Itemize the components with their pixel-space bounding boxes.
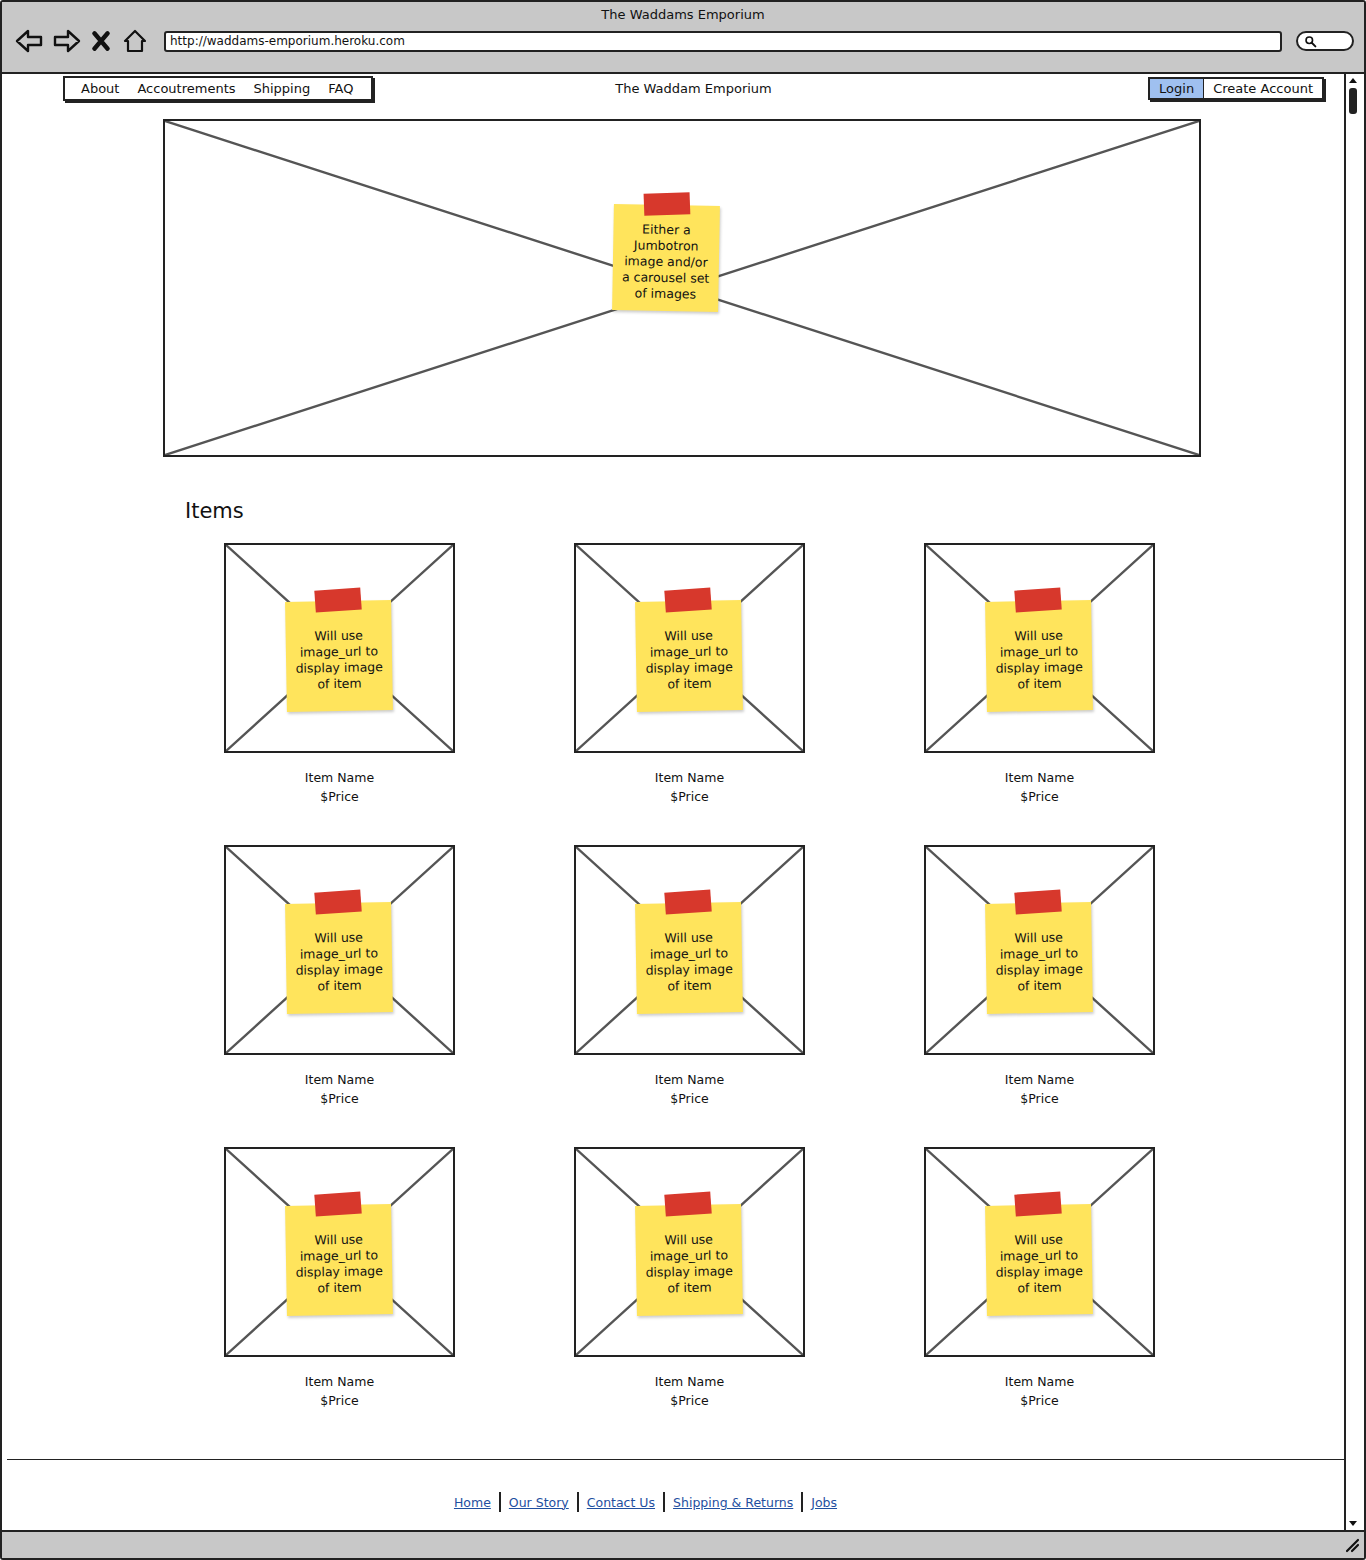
scroll-thumb[interactable]: [1349, 88, 1357, 114]
item-name: Item Name: [655, 769, 724, 787]
sticky-note: Will use image_url to display image of i…: [635, 1204, 743, 1316]
item-image-placeholder: Will use image_url to display image of i…: [574, 845, 805, 1055]
nav-link[interactable]: Accoutrements: [137, 81, 235, 96]
tape: [644, 192, 691, 216]
sticky-note: Either a Jumbotron image and/or a carous…: [612, 204, 720, 312]
item-image-placeholder: Will use image_url to display image of i…: [924, 1147, 1155, 1357]
hero-image-placeholder: Either a Jumbotron image and/or a carous…: [163, 119, 1201, 457]
item-price: $Price: [670, 1089, 708, 1109]
item-card[interactable]: Will use image_url to display image of i…: [574, 845, 805, 1109]
forward-arrow-icon[interactable]: [52, 28, 82, 54]
footer-link[interactable]: Jobs: [811, 1495, 837, 1510]
item-image-placeholder: Will use image_url to display image of i…: [574, 543, 805, 753]
status-bar: [2, 1530, 1364, 1558]
item-price: $Price: [670, 1391, 708, 1411]
sticky-note: Will use image_url to display image of i…: [635, 902, 743, 1014]
footer-link[interactable]: Our Story: [509, 1495, 569, 1510]
tape: [1014, 1191, 1061, 1216]
search-field[interactable]: [1296, 31, 1354, 51]
item-price: $Price: [1020, 1391, 1058, 1411]
nav-link[interactable]: FAQ: [328, 81, 353, 96]
sticky-note: Will use image_url to display image of i…: [285, 1204, 393, 1316]
separator: [663, 1492, 665, 1512]
item-card[interactable]: Will use image_url to display image of i…: [574, 543, 805, 807]
item-name: Item Name: [305, 1373, 374, 1391]
item-image-placeholder: Will use image_url to display image of i…: [224, 845, 455, 1055]
item-name: Item Name: [305, 1071, 374, 1089]
item-price: $Price: [320, 1089, 358, 1109]
window-title: The Waddams Emporium: [2, 2, 1364, 24]
separator: [499, 1492, 501, 1512]
item-image-placeholder: Will use image_url to display image of i…: [224, 1147, 455, 1357]
resize-grip-icon[interactable]: [1344, 1537, 1360, 1553]
url-bar[interactable]: http://waddams-emporium.heroku.com: [164, 31, 1282, 52]
item-name: Item Name: [655, 1373, 724, 1391]
separator: [801, 1492, 803, 1512]
tape: [314, 587, 361, 612]
main-nav: About Accoutrements Shipping FAQ: [63, 76, 373, 101]
item-image-placeholder: Will use image_url to display image of i…: [924, 543, 1155, 753]
item-card[interactable]: Will use image_url to display image of i…: [924, 1147, 1155, 1411]
item-name: Item Name: [305, 769, 374, 787]
nav-link[interactable]: Shipping: [254, 81, 311, 96]
sticky-note: Will use image_url to display image of i…: [985, 1204, 1093, 1316]
item-image-placeholder: Will use image_url to display image of i…: [224, 543, 455, 753]
sticky-note: Will use image_url to display image of i…: [985, 600, 1093, 712]
back-arrow-icon[interactable]: [14, 28, 44, 54]
footer-link[interactable]: Contact Us: [587, 1495, 655, 1510]
item-price: $Price: [670, 787, 708, 807]
home-icon[interactable]: [120, 28, 150, 54]
auth-buttons: LoginCreate Account: [1148, 77, 1324, 100]
item-price: $Price: [1020, 1089, 1058, 1109]
footer: Home Our Story Contact Us Shipping & Return…: [7, 1459, 1344, 1542]
sticky-note: Will use image_url to display image of i…: [285, 902, 393, 1014]
items-heading: Items: [185, 497, 1344, 525]
stop-x-icon[interactable]: [90, 28, 112, 54]
separator: [577, 1492, 579, 1512]
auth-button[interactable]: Login: [1150, 79, 1203, 98]
sticky-note: Will use image_url to display image of i…: [985, 902, 1093, 1014]
tape: [314, 1191, 361, 1216]
item-grid: Will use image_url to display image of i…: [224, 543, 1344, 1411]
sticky-note: Will use image_url to display image of i…: [285, 600, 393, 712]
page-viewport: About Accoutrements Shipping FAQ The Waddam …: [2, 74, 1364, 1530]
item-card[interactable]: Will use image_url to display image of i…: [574, 1147, 805, 1411]
footer-links: Home Our Story Contact Us Shipping & Return…: [7, 1492, 1344, 1512]
item-card[interactable]: Will use image_url to display image of i…: [924, 543, 1155, 807]
item-card[interactable]: Will use image_url to display image of i…: [924, 845, 1155, 1109]
item-price: $Price: [320, 787, 358, 807]
tape: [664, 1191, 711, 1216]
item-name: Item Name: [1005, 769, 1074, 787]
item-card[interactable]: Will use image_url to display image of i…: [224, 845, 455, 1109]
browser-window: The Waddams Emporium http://waddams-empor…: [0, 0, 1366, 1560]
site-title: The Waddam Emporium: [615, 81, 772, 96]
footer-link[interactable]: Shipping & Returns: [673, 1495, 793, 1510]
item-card[interactable]: Will use image_url to display image of i…: [224, 1147, 455, 1411]
item-image-placeholder: Will use image_url to display image of i…: [924, 845, 1155, 1055]
auth-button[interactable]: Create Account: [1203, 79, 1322, 98]
tape: [664, 587, 711, 612]
sticky-note: Will use image_url to display image of i…: [635, 600, 743, 712]
item-price: $Price: [320, 1391, 358, 1411]
scrollbar[interactable]: [1344, 74, 1360, 1530]
item-name: Item Name: [1005, 1071, 1074, 1089]
page: About Accoutrements Shipping FAQ The Waddam …: [2, 74, 1344, 1530]
item-name: Item Name: [655, 1071, 724, 1089]
magnifier-icon: [1304, 35, 1317, 48]
browser-chrome: The Waddams Emporium http://waddams-empor…: [2, 2, 1364, 74]
tape: [1014, 587, 1061, 612]
footer-link[interactable]: Home: [454, 1495, 491, 1510]
scroll-down-icon[interactable]: [1348, 1520, 1358, 1528]
tape: [664, 889, 711, 914]
tape: [1014, 889, 1061, 914]
tape: [314, 889, 361, 914]
site-header: About Accoutrements Shipping FAQ The Waddam …: [2, 74, 1344, 101]
nav-link[interactable]: About: [81, 81, 119, 96]
item-card[interactable]: Will use image_url to display image of i…: [224, 543, 455, 807]
item-image-placeholder: Will use image_url to display image of i…: [574, 1147, 805, 1357]
item-name: Item Name: [1005, 1373, 1074, 1391]
scroll-up-icon[interactable]: [1348, 76, 1358, 84]
browser-toolbar: http://waddams-emporium.heroku.com: [2, 24, 1364, 54]
item-price: $Price: [1020, 787, 1058, 807]
